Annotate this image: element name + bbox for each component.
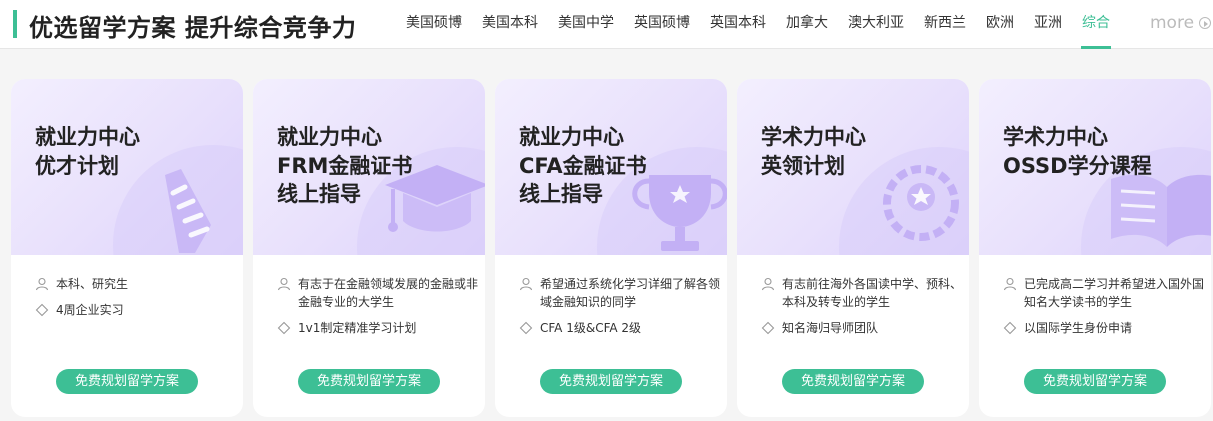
circle-arrow-right-icon	[1199, 17, 1212, 29]
card-banner: 就业力中心 FRM金融证书 线上指导	[253, 79, 485, 255]
user-icon	[277, 277, 291, 291]
section-title: 优选留学方案 提升综合竞争力	[29, 14, 357, 42]
free-plan-button[interactable]: 免费规划留学方案	[782, 369, 924, 394]
program-card[interactable]: 就业力中心 FRM金融证书 线上指导 有志于在金融领域发展的金融或非金融专业的大…	[253, 79, 485, 417]
benefit-row: 4周企业实习	[35, 301, 236, 319]
benefit-row: 1v1制定精准学习计划	[277, 319, 478, 337]
card-title: 学术力中心 英领计划	[761, 125, 866, 178]
audience-text: 希望通过系统化学习详细了解各领域金融知识的同学	[540, 277, 721, 309]
benefit-row: 知名海归导师团队	[761, 319, 962, 337]
audience-text: 有志于在金融领域发展的金融或非金融专业的大学生	[298, 277, 479, 309]
user-icon	[35, 277, 49, 291]
diamond-icon	[35, 303, 49, 317]
tab-new-zealand[interactable]: 新西兰	[914, 0, 976, 49]
diamond-icon	[277, 321, 291, 335]
more-label: more	[1150, 13, 1195, 33]
free-plan-button[interactable]: 免费规划留学方案	[56, 369, 198, 394]
title-accent-bar	[13, 10, 17, 38]
tab-comprehensive[interactable]: 综合	[1072, 0, 1120, 49]
program-card[interactable]: 学术力中心 英领计划 有志前往海外各国读中学、预科、本科及转专业的学生 知名海归…	[737, 79, 969, 417]
audience-row: 希望通过系统化学习详细了解各领域金融知识的同学	[519, 275, 720, 311]
card-title: 学术力中心 OSSD学分课程	[1003, 125, 1152, 178]
card-banner: 学术力中心 OSSD学分课程	[979, 79, 1211, 255]
tab-europe[interactable]: 欧洲	[976, 0, 1024, 49]
card-banner: 就业力中心 优才计划	[11, 79, 243, 255]
audience-row: 已完成高二学习并希望进入国外国知名大学读书的学生	[1003, 275, 1204, 311]
audience-text: 已完成高二学习并希望进入国外国知名大学读书的学生	[1024, 277, 1205, 309]
card-banner: 就业力中心 CFA金融证书 线上指导	[495, 79, 727, 255]
free-plan-button[interactable]: 免费规划留学方案	[1024, 369, 1166, 394]
user-icon	[519, 277, 533, 291]
card-title: 就业力中心 CFA金融证书 线上指导	[519, 125, 647, 206]
card-title: 就业力中心 FRM金融证书 线上指导	[277, 125, 413, 206]
card-banner: 学术力中心 英领计划	[737, 79, 969, 255]
audience-text: 本科、研究生	[56, 277, 129, 291]
benefit-text: 以国际学生身份申请	[1024, 321, 1133, 335]
region-tabs: 美国硕博 美国本科 美国中学 英国硕博 英国本科 加拿大 澳大利亚 新西兰 欧洲…	[396, 0, 1120, 49]
program-card[interactable]: 学术力中心 OSSD学分课程 已完成高二学习并希望进入国外国知名大学读书的学生 …	[979, 79, 1211, 417]
benefit-text: 4周企业实习	[56, 303, 124, 317]
more-link[interactable]: more	[1150, 13, 1212, 33]
user-icon	[761, 277, 775, 291]
benefit-text: CFA 1级&CFA 2级	[540, 321, 642, 335]
diamond-icon	[761, 321, 775, 335]
free-plan-button[interactable]: 免费规划留学方案	[298, 369, 440, 394]
section-header: 优选留学方案 提升综合竞争力 美国硕博 美国本科 美国中学 英国硕博 英国本科 …	[0, 0, 1213, 49]
audience-row: 有志于在金融领域发展的金融或非金融专业的大学生	[277, 275, 478, 311]
benefit-text: 1v1制定精准学习计划	[298, 321, 417, 335]
audience-row: 本科、研究生	[35, 275, 236, 293]
audience-row: 有志前往海外各国读中学、预科、本科及转专业的学生	[761, 275, 962, 311]
diamond-icon	[519, 321, 533, 335]
tab-australia[interactable]: 澳大利亚	[838, 0, 914, 49]
tab-us-high-school[interactable]: 美国中学	[548, 0, 624, 49]
tab-uk-grad[interactable]: 英国硕博	[624, 0, 700, 49]
benefit-text: 知名海归导师团队	[782, 321, 879, 335]
tab-uk-undergrad[interactable]: 英国本科	[700, 0, 776, 49]
tab-asia[interactable]: 亚洲	[1024, 0, 1072, 49]
program-card[interactable]: 就业力中心 优才计划 本科、研究生 4周企业实习 免费规划留学方案	[11, 79, 243, 417]
program-card[interactable]: 就业力中心 CFA金融证书 线上指导 希望通过系统化学习详细了解各领域金融知识的…	[495, 79, 727, 417]
user-icon	[1003, 277, 1017, 291]
diamond-icon	[1003, 321, 1017, 335]
benefit-row: 以国际学生身份申请	[1003, 319, 1204, 337]
free-plan-button[interactable]: 免费规划留学方案	[540, 369, 682, 394]
tab-us-grad[interactable]: 美国硕博	[396, 0, 472, 49]
card-title: 就业力中心 优才计划	[35, 125, 140, 178]
tab-us-undergrad[interactable]: 美国本科	[472, 0, 548, 49]
benefit-row: CFA 1级&CFA 2级	[519, 319, 720, 337]
tab-canada[interactable]: 加拿大	[776, 0, 838, 49]
audience-text: 有志前往海外各国读中学、预科、本科及转专业的学生	[782, 277, 963, 309]
